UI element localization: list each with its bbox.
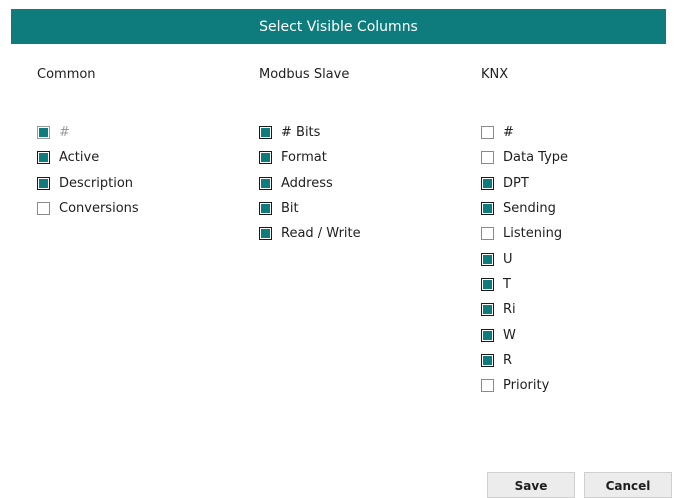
- column-checkbox-row[interactable]: Bit: [259, 196, 361, 221]
- checkbox-checked[interactable]: [37, 176, 50, 190]
- checkbox-label: Format: [281, 150, 327, 166]
- checkbox-list: # Bits Format Address Bit Read / Write: [259, 120, 361, 246]
- checkbox-label: #: [503, 125, 514, 141]
- column-group-knx: KNX # Data Type DPT Sending Listening U T Ri W R P…: [481, 67, 568, 398]
- column-checkbox-row: #: [37, 120, 139, 145]
- checkbox-label: T: [503, 276, 511, 292]
- column-checkbox-row[interactable]: U: [481, 246, 568, 271]
- dialog-title-bar: Select Visible Columns: [11, 9, 666, 44]
- column-checkbox-row[interactable]: Data Type: [481, 145, 568, 170]
- checkbox-checked[interactable]: [259, 202, 272, 216]
- column-group-common: Common # Active Description Conversions: [37, 67, 139, 221]
- column-checkbox-row[interactable]: DPT: [481, 171, 568, 196]
- checkbox-label: Bit: [281, 201, 299, 217]
- checkbox-label: Active: [59, 150, 100, 166]
- checkbox-checked[interactable]: [481, 328, 494, 342]
- checkbox-label: Read / Write: [281, 226, 361, 242]
- checkbox-label: Data Type: [503, 150, 569, 166]
- column-checkbox-row[interactable]: Read / Write: [259, 221, 361, 246]
- column-checkbox-row[interactable]: Listening: [481, 221, 568, 246]
- checkbox-checked[interactable]: [481, 252, 494, 266]
- column-checkbox-row[interactable]: #: [481, 120, 568, 145]
- checkbox-list: # Data Type DPT Sending Listening U T Ri W R Prior…: [481, 120, 568, 398]
- checkbox-checked: [37, 126, 50, 140]
- checkbox-checked[interactable]: [481, 303, 494, 317]
- column-checkbox-row[interactable]: Priority: [481, 373, 568, 398]
- checkbox-label: W: [503, 327, 516, 343]
- checkbox-unchecked[interactable]: [37, 202, 50, 216]
- checkbox-checked[interactable]: [259, 126, 272, 140]
- checkbox-label: R: [503, 352, 513, 368]
- checkbox-checked[interactable]: [37, 151, 50, 165]
- checkbox-unchecked[interactable]: [481, 126, 494, 140]
- column-checkbox-row[interactable]: W: [481, 322, 568, 347]
- checkbox-list: # Active Description Conversions: [37, 120, 139, 221]
- checkbox-label: Sending: [503, 201, 556, 217]
- column-checkbox-row[interactable]: Format: [259, 145, 361, 170]
- dialog-title: Select Visible Columns: [259, 18, 418, 35]
- checkbox-unchecked[interactable]: [481, 227, 494, 241]
- checkbox-unchecked[interactable]: [481, 379, 494, 393]
- checkbox-unchecked[interactable]: [481, 151, 494, 165]
- checkbox-checked[interactable]: [259, 151, 272, 165]
- checkbox-checked[interactable]: [481, 202, 494, 216]
- checkbox-label: Address: [281, 175, 333, 191]
- checkbox-label: DPT: [503, 175, 529, 191]
- checkbox-label: Ri: [503, 302, 516, 318]
- checkbox-label: Conversions: [59, 201, 139, 217]
- save-button[interactable]: Save: [487, 472, 575, 498]
- checkbox-label: Listening: [503, 226, 563, 242]
- column-checkbox-row[interactable]: Ri: [481, 297, 568, 322]
- checkbox-label: # Bits: [281, 125, 321, 141]
- checkbox-label: #: [59, 125, 70, 141]
- column-checkbox-row[interactable]: T: [481, 272, 568, 297]
- column-group-header: Common: [37, 67, 96, 82]
- column-group-modbus-slave: Modbus Slave # Bits Format Address Bit Read …: [259, 67, 361, 246]
- checkbox-label: Description: [59, 175, 134, 191]
- checkbox-label: Priority: [503, 378, 550, 394]
- checkbox-checked[interactable]: [259, 176, 272, 190]
- column-checkbox-row[interactable]: Description: [37, 171, 139, 196]
- column-checkbox-row[interactable]: Address: [259, 171, 361, 196]
- checkbox-label: U: [503, 251, 513, 267]
- column-checkbox-row[interactable]: Active: [37, 145, 139, 170]
- checkbox-checked[interactable]: [481, 176, 494, 190]
- cancel-button[interactable]: Cancel: [584, 472, 672, 498]
- column-checkbox-row[interactable]: Conversions: [37, 196, 139, 221]
- column-checkbox-row[interactable]: # Bits: [259, 120, 361, 145]
- column-group-header: Modbus Slave: [259, 67, 350, 82]
- column-checkbox-row[interactable]: Sending: [481, 196, 568, 221]
- checkbox-checked[interactable]: [481, 353, 494, 367]
- column-group-header: KNX: [481, 67, 509, 82]
- column-checkbox-row[interactable]: R: [481, 348, 568, 373]
- checkbox-checked[interactable]: [481, 277, 494, 291]
- checkbox-checked[interactable]: [259, 227, 272, 241]
